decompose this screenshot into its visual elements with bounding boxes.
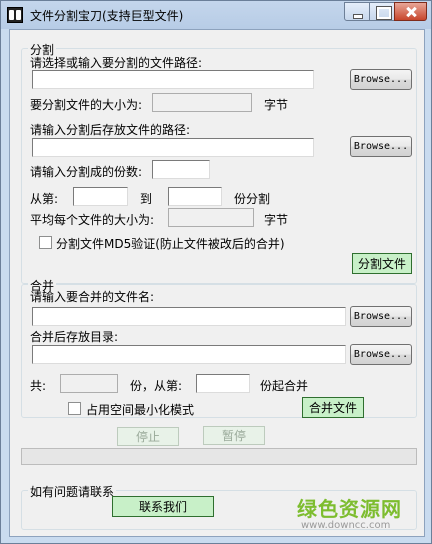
split-size-unit: 字节 <box>264 98 289 112</box>
md5-checkbox[interactable] <box>39 236 52 249</box>
split-browse-button[interactable]: Browse... <box>350 69 412 90</box>
maximize-icon[interactable] <box>369 2 395 21</box>
stop-button[interactable]: 停止 <box>117 427 179 446</box>
split-size-field <box>152 93 252 112</box>
split-avg-field <box>168 208 254 227</box>
merge-dir-browse-button[interactable]: Browse... <box>350 344 412 365</box>
app-window: 文件分割宝刀(支持巨型文件) 分割 请选择或输入要分割的文件路径: Browse… <box>0 0 432 544</box>
watermark-text: 绿色资源网 <box>297 497 402 521</box>
merge-from-suffix: 份起合并 <box>260 379 309 393</box>
watermark-logo: 绿色资源网 www.downcc.com <box>289 493 414 539</box>
scissors-blade-icon[interactable] <box>7 7 23 23</box>
split-dest-input[interactable] <box>32 138 314 157</box>
split-to-suffix: 份分割 <box>234 192 271 206</box>
min-space-checkbox[interactable] <box>68 402 81 415</box>
merge-from-label: 份，从第: <box>130 379 183 393</box>
min-space-checkbox-label: 占用空间最小化模式 <box>86 403 195 417</box>
merge-dir-input[interactable] <box>32 345 346 364</box>
merge-name-label: 请输入要合并的文件名: <box>30 290 155 304</box>
split-avg-unit: 字节 <box>264 213 289 227</box>
split-path-label: 请选择或输入要分割的文件路径: <box>30 56 203 70</box>
merge-name-input[interactable] <box>32 307 346 326</box>
close-icon[interactable] <box>394 2 427 21</box>
split-dest-label: 请输入分割后存放文件的路径: <box>30 123 191 137</box>
dialog-body: 分割 请选择或输入要分割的文件路径: Browse... 要分割文件的大小为: … <box>9 29 425 537</box>
title-bar[interactable]: 文件分割宝刀(支持巨型文件) <box>1 1 431 29</box>
merge-dir-label: 合并后存放目录: <box>30 330 119 344</box>
watermark-url: www.downcc.com <box>301 520 391 531</box>
split-from-input[interactable] <box>73 187 128 206</box>
split-file-button[interactable]: 分割文件 <box>352 253 412 274</box>
split-to-input[interactable] <box>168 187 222 206</box>
contact-us-button[interactable]: 联系我们 <box>112 496 214 517</box>
split-avg-label: 平均每个文件的大小为: <box>30 213 155 227</box>
merge-from-input[interactable] <box>196 374 250 393</box>
split-to-label: 到 <box>140 192 153 206</box>
merge-total-field <box>60 374 118 393</box>
split-from-label: 从第: <box>30 192 59 206</box>
split-path-input[interactable] <box>32 70 314 89</box>
md5-checkbox-label: 分割文件MD5验证(防止文件被改后的合并) <box>56 237 285 251</box>
split-size-label: 要分割文件的大小为: <box>30 98 143 112</box>
merge-total-label: 共: <box>30 379 47 393</box>
minimize-icon[interactable] <box>344 2 370 21</box>
merge-file-button[interactable]: 合并文件 <box>302 397 364 418</box>
contact-group-legend: 如有问题请联系 <box>28 483 117 500</box>
split-parts-input[interactable] <box>152 160 210 179</box>
merge-browse-button[interactable]: Browse... <box>350 306 412 327</box>
split-dest-browse-button[interactable]: Browse... <box>350 136 412 157</box>
split-parts-label: 请输入分割成的份数: <box>30 165 143 179</box>
window-title: 文件分割宝刀(支持巨型文件) <box>30 9 184 23</box>
progress-bar <box>21 448 417 465</box>
pause-button[interactable]: 暂停 <box>203 426 265 445</box>
